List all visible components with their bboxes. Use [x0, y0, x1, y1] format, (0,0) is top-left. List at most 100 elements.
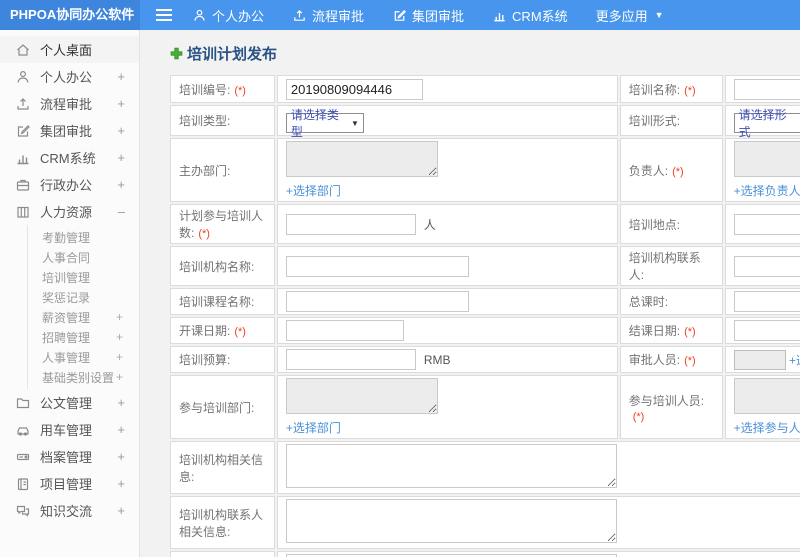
expand-indicator[interactable]: + [117, 150, 125, 165]
expand-indicator[interactable]: + [116, 370, 123, 384]
chat-icon [15, 503, 31, 519]
hr-submenu: 考勤管理 人事合同 培训管理 奖惩记录 薪资管理 + 招聘管理 + 人事管理 +… [27, 225, 139, 389]
sidebar-subitem-recruitment-mgmt[interactable]: 招聘管理 + [28, 327, 139, 347]
expand-indicator[interactable]: + [117, 503, 125, 518]
expand-indicator[interactable]: + [117, 177, 125, 192]
sidebar-subitem-reward-punishment[interactable]: 奖惩记录 [28, 287, 139, 307]
field-label: 培训编号: (*) [170, 75, 275, 103]
sidebar-item-archive-mgmt[interactable]: 档案管理 + [0, 443, 139, 470]
field-label: 参与培训部门: [170, 375, 275, 439]
main-content: 培训计划发布 培训编号:(*) 培训名称:(*) 培训类型: 请选择类型▼ 培训… [141, 30, 800, 557]
org-contact-input[interactable] [733, 255, 800, 277]
sidebar-subitem-salary-mgmt[interactable]: 薪资管理 + [28, 307, 139, 327]
expand-indicator[interactable]: + [117, 395, 125, 410]
field-label: 主办部门: [170, 138, 275, 202]
sidebar-subitem-personnel-mgmt[interactable]: 人事管理 + [28, 347, 139, 367]
select-arrow-icon: ▼ [350, 118, 359, 128]
top-nav: 个人办公 流程审批 集团审批 CRM系统 更多应用 ▼ [192, 6, 664, 25]
org-contact-info-textarea[interactable] [285, 499, 617, 543]
sidebar-item-project-mgmt[interactable]: 项目管理 + [0, 470, 139, 497]
training-number-input[interactable] [285, 78, 423, 100]
sidebar-item-label: 用车管理 [40, 423, 93, 438]
select-leader-link[interactable]: +选择负责人 [734, 182, 800, 199]
expand-indicator[interactable]: + [117, 96, 125, 111]
training-type-select[interactable]: 请选择类型 ▼ [285, 108, 364, 139]
subitem-label: 奖惩记录 [42, 290, 91, 305]
sidebar-item-knowledge-exchange[interactable]: 知识交流 + [0, 497, 139, 524]
edit-icon [392, 8, 407, 23]
join-dept-textarea[interactable] [285, 378, 438, 414]
expand-indicator[interactable]: + [116, 310, 123, 324]
sidebar-subitem-hr-contract[interactable]: 人事合同 [28, 247, 139, 267]
nav-group-approval[interactable]: 集团审批 [392, 6, 464, 25]
org-info-textarea[interactable] [285, 444, 617, 488]
training-name-input[interactable] [733, 78, 800, 100]
sidebar-subitem-training-mgmt[interactable]: 培训管理 [28, 267, 139, 287]
required-mark: (*) [198, 228, 210, 240]
hamburger-menu-icon[interactable] [156, 9, 172, 21]
sidebar-item-document-mgmt[interactable]: 公文管理 + [0, 389, 139, 416]
select-dept-link[interactable]: +选择部门 [286, 182, 341, 199]
sidebar-item-personal-desktop[interactable]: 个人桌面 [0, 36, 139, 63]
expand-indicator[interactable]: + [116, 350, 123, 364]
sidebar-item-label: 人力资源 [40, 205, 93, 220]
budget-input[interactable] [285, 349, 416, 370]
field-label: 负责人: (*) [619, 138, 723, 202]
nav-crm-system[interactable]: CRM系统 [492, 6, 568, 25]
sidebar-item-label: 集团审批 [40, 124, 93, 139]
approver-input[interactable] [733, 349, 786, 370]
sidebar-item-human-resources[interactable]: 人力资源 – [0, 198, 139, 225]
nav-label: CRM系统 [512, 8, 568, 24]
required-mark: (*) [684, 355, 696, 367]
end-date-input[interactable] [733, 320, 800, 341]
nav-workflow-approval[interactable]: 流程审批 [292, 6, 364, 25]
collapse-indicator[interactable]: – [118, 204, 125, 219]
sidebar-item-personal-office[interactable]: 个人办公 + [0, 63, 139, 90]
course-name-input[interactable] [285, 291, 469, 312]
total-hours-input[interactable] [733, 291, 800, 312]
sidebar-item-crm-system[interactable]: CRM系统 + [0, 144, 139, 171]
location-input[interactable] [733, 213, 800, 235]
sidebar-item-label: 知识交流 [40, 504, 93, 519]
join-people-textarea[interactable] [733, 378, 800, 414]
expand-indicator[interactable]: + [117, 69, 125, 84]
notebook-icon [15, 476, 31, 492]
field-label: 培训机构相关信息: [170, 441, 275, 494]
field-label: 审批人员: (*) [619, 346, 723, 373]
sidebar-subitem-attendance-mgmt[interactable]: 考勤管理 [28, 227, 139, 247]
start-date-input[interactable] [285, 320, 404, 341]
required-mark: (*) [234, 326, 246, 338]
nav-label: 个人办公 [212, 8, 265, 24]
expand-indicator[interactable]: + [117, 476, 125, 491]
unit-label: 人 [423, 217, 436, 232]
sidebar-item-vehicle-mgmt[interactable]: 用车管理 + [0, 416, 139, 443]
training-plan-form: 培训编号:(*) 培训名称:(*) 培训类型: 请选择类型▼ 培训形式: 请选择… [168, 73, 800, 557]
expand-indicator[interactable]: + [117, 422, 125, 437]
sidebar-item-group-approval[interactable]: 集团审批 + [0, 117, 139, 144]
expand-indicator[interactable]: + [117, 449, 125, 464]
sidebar-item-admin-office[interactable]: 行政办公 + [0, 171, 139, 198]
select-join-people-link[interactable]: +选择参与人员 [734, 419, 800, 436]
select-approver-link[interactable]: +选择审批人员 [789, 353, 800, 367]
archive-icon [15, 449, 31, 465]
field-label: 培训形式: [619, 105, 723, 136]
org-name-input[interactable] [285, 255, 469, 277]
select-join-dept-link[interactable]: +选择部门 [286, 419, 341, 436]
sidebar-subitem-base-category-settings[interactable]: 基础类别设置 + [28, 367, 139, 387]
nav-more-apps[interactable]: 更多应用 ▼ [596, 6, 664, 25]
leader-textarea[interactable] [733, 141, 800, 177]
nav-personal-office[interactable]: 个人办公 [192, 6, 264, 25]
sidebar: 个人桌面 个人办公 + 流程审批 + 集团审批 + CRM系统 + 行政办公 + [0, 30, 140, 557]
unit-label: RMB [423, 353, 451, 367]
sidebar-item-workflow-approval[interactable]: 流程审批 + [0, 90, 139, 117]
host-dept-textarea[interactable] [285, 141, 438, 177]
field-label: 培训预算: [170, 346, 275, 373]
folder-icon [15, 395, 31, 411]
field-label: 总课时: [619, 288, 723, 315]
book-icon [15, 204, 31, 220]
required-mark: (*) [684, 84, 696, 97]
expand-indicator[interactable]: + [116, 330, 123, 344]
planned-count-input[interactable] [285, 213, 416, 235]
training-mode-select[interactable]: 请选择形式▼ [733, 108, 800, 139]
expand-indicator[interactable]: + [117, 123, 125, 138]
